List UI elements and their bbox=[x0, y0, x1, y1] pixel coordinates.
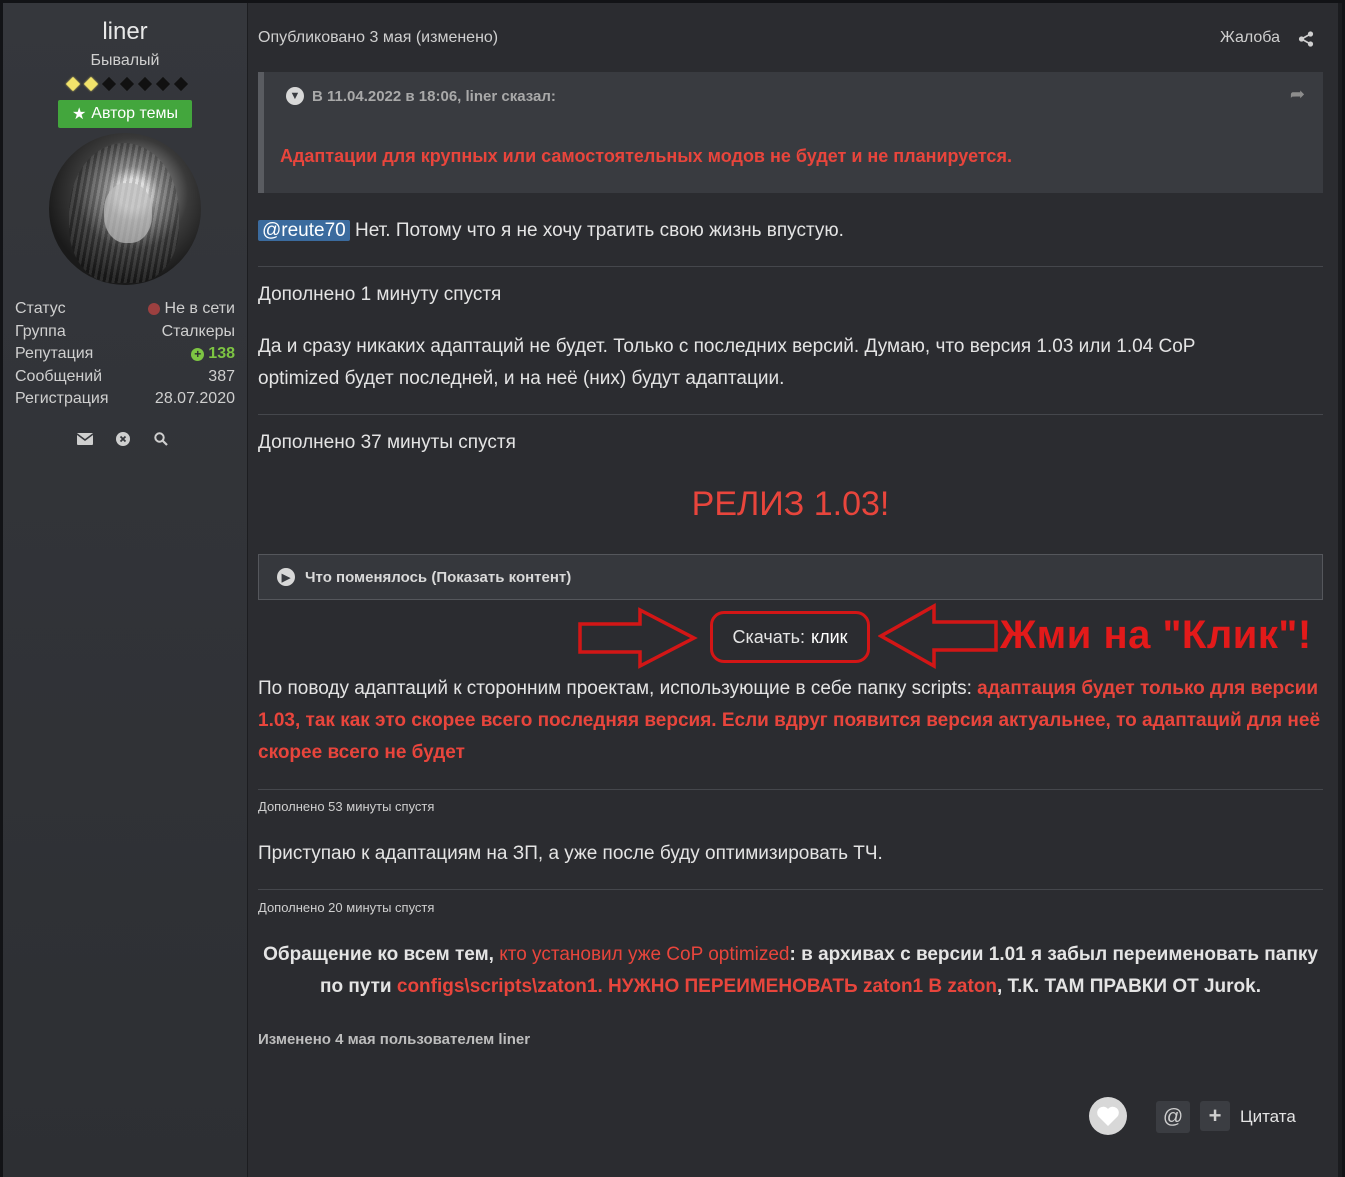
rank-pip-icon bbox=[137, 76, 153, 92]
added-note-small: Дополнено 53 минуты спустя bbox=[258, 799, 435, 814]
report-link[interactable]: Жалоба bbox=[1220, 29, 1280, 47]
quote-button[interactable]: Цитата bbox=[1240, 1107, 1296, 1127]
author-badge: ★ Автор темы bbox=[58, 100, 192, 128]
reply-line: @reute70 Нет. Потому что я не хочу трати… bbox=[258, 215, 844, 247]
share-icon[interactable] bbox=[1298, 31, 1316, 49]
rank-pip-icon bbox=[155, 76, 171, 92]
added-note: Дополнено 37 минуты спустя bbox=[258, 432, 516, 453]
quote-block: ▼ В 11.04.2022 в 18:06, liner сказал: ➦ … bbox=[258, 72, 1323, 193]
arrow-right-icon bbox=[578, 607, 698, 669]
annotation-text: Жми на "Клик"! bbox=[1000, 613, 1312, 657]
quote-header[interactable]: ▼ В 11.04.2022 в 18:06, liner сказал: bbox=[286, 87, 556, 105]
author-rank: Бывалый bbox=[90, 52, 160, 69]
rank-pip-icon bbox=[83, 76, 99, 92]
added-note-small: Дополнено 20 минуты спустя bbox=[258, 900, 435, 915]
spoiler-toggle[interactable]: ▶ Что поменялось (Показать контент) bbox=[258, 554, 1323, 600]
star-icon: ★ bbox=[71, 106, 87, 123]
paragraph-versions: Да и сразу никаких адаптаций не будет. Т… bbox=[258, 336, 1196, 389]
envelope-icon[interactable] bbox=[77, 431, 93, 447]
like-button[interactable] bbox=[1089, 1097, 1127, 1135]
paragraph-plans: Приступаю к адаптациям на ЗП, а уже посл… bbox=[258, 843, 883, 864]
scroll-edge bbox=[1338, 3, 1342, 1177]
multiquote-button[interactable]: + bbox=[1200, 1101, 1230, 1131]
download-link[interactable]: клик bbox=[811, 627, 848, 648]
quote-text: Адаптации для крупных или самостоятельны… bbox=[280, 146, 1012, 166]
stat-status: Статус Не в сети bbox=[15, 300, 235, 317]
author-actions bbox=[77, 431, 169, 447]
stat-group: Группа Сталкеры bbox=[15, 322, 235, 340]
avatar[interactable] bbox=[49, 133, 201, 285]
separator bbox=[258, 789, 1323, 790]
author-badge-label: Автор темы bbox=[91, 105, 179, 122]
stat-registration: Регистрация 28.07.2020 bbox=[15, 390, 235, 408]
chevron-down-icon[interactable]: ▼ bbox=[286, 87, 304, 105]
offline-dot-icon bbox=[147, 303, 160, 316]
stat-posts: Сообщений 387 bbox=[15, 367, 235, 385]
release-heading: РЕЛИЗ 1.03! bbox=[691, 485, 890, 523]
stat-reputation: Репутация +138 bbox=[15, 345, 235, 363]
post-content: Опубликовано 3 мая (изменено) Жалоба ▼ В… bbox=[248, 3, 1338, 1177]
mention-button[interactable]: @ bbox=[1156, 1101, 1190, 1133]
heart-icon bbox=[1097, 1106, 1119, 1126]
edited-note: Изменено 4 мая пользователем liner bbox=[258, 1031, 531, 1048]
search-icon[interactable] bbox=[153, 431, 169, 447]
user-mention[interactable]: @reute70 bbox=[258, 220, 350, 241]
ignore-icon[interactable] bbox=[115, 431, 131, 447]
separator bbox=[258, 414, 1323, 415]
author-username[interactable]: liner bbox=[3, 18, 247, 46]
chevron-right-icon: ▶ bbox=[277, 568, 295, 586]
rank-pip-icon bbox=[101, 76, 117, 92]
author-stats: Статус Не в сети Группа Сталкеры Репутац… bbox=[15, 298, 235, 411]
paragraph-adaptations: По поводу адаптаций к сторонним проектам… bbox=[258, 678, 1321, 763]
arrow-left-icon bbox=[878, 603, 998, 669]
rank-pip-icon bbox=[65, 76, 81, 92]
forward-icon[interactable]: ➦ bbox=[1290, 84, 1305, 105]
separator bbox=[258, 889, 1323, 890]
download-box: Скачать: клик bbox=[710, 611, 870, 663]
paragraph-notice: Обращение ко всем тем, кто установил уже… bbox=[263, 944, 1318, 997]
post-meta[interactable]: Опубликовано 3 мая (изменено) bbox=[258, 29, 498, 47]
rank-pip-icon bbox=[119, 76, 135, 92]
separator bbox=[258, 266, 1323, 267]
avatar-face bbox=[104, 183, 152, 243]
author-sidebar: liner Бывалый ★ Автор темы Статус Не в с… bbox=[3, 3, 248, 1177]
rank-pip-icon bbox=[173, 76, 189, 92]
plus-circle-icon: + bbox=[191, 347, 205, 361]
added-note: Дополнено 1 минуту спустя bbox=[258, 284, 502, 305]
rank-pips bbox=[65, 76, 189, 92]
